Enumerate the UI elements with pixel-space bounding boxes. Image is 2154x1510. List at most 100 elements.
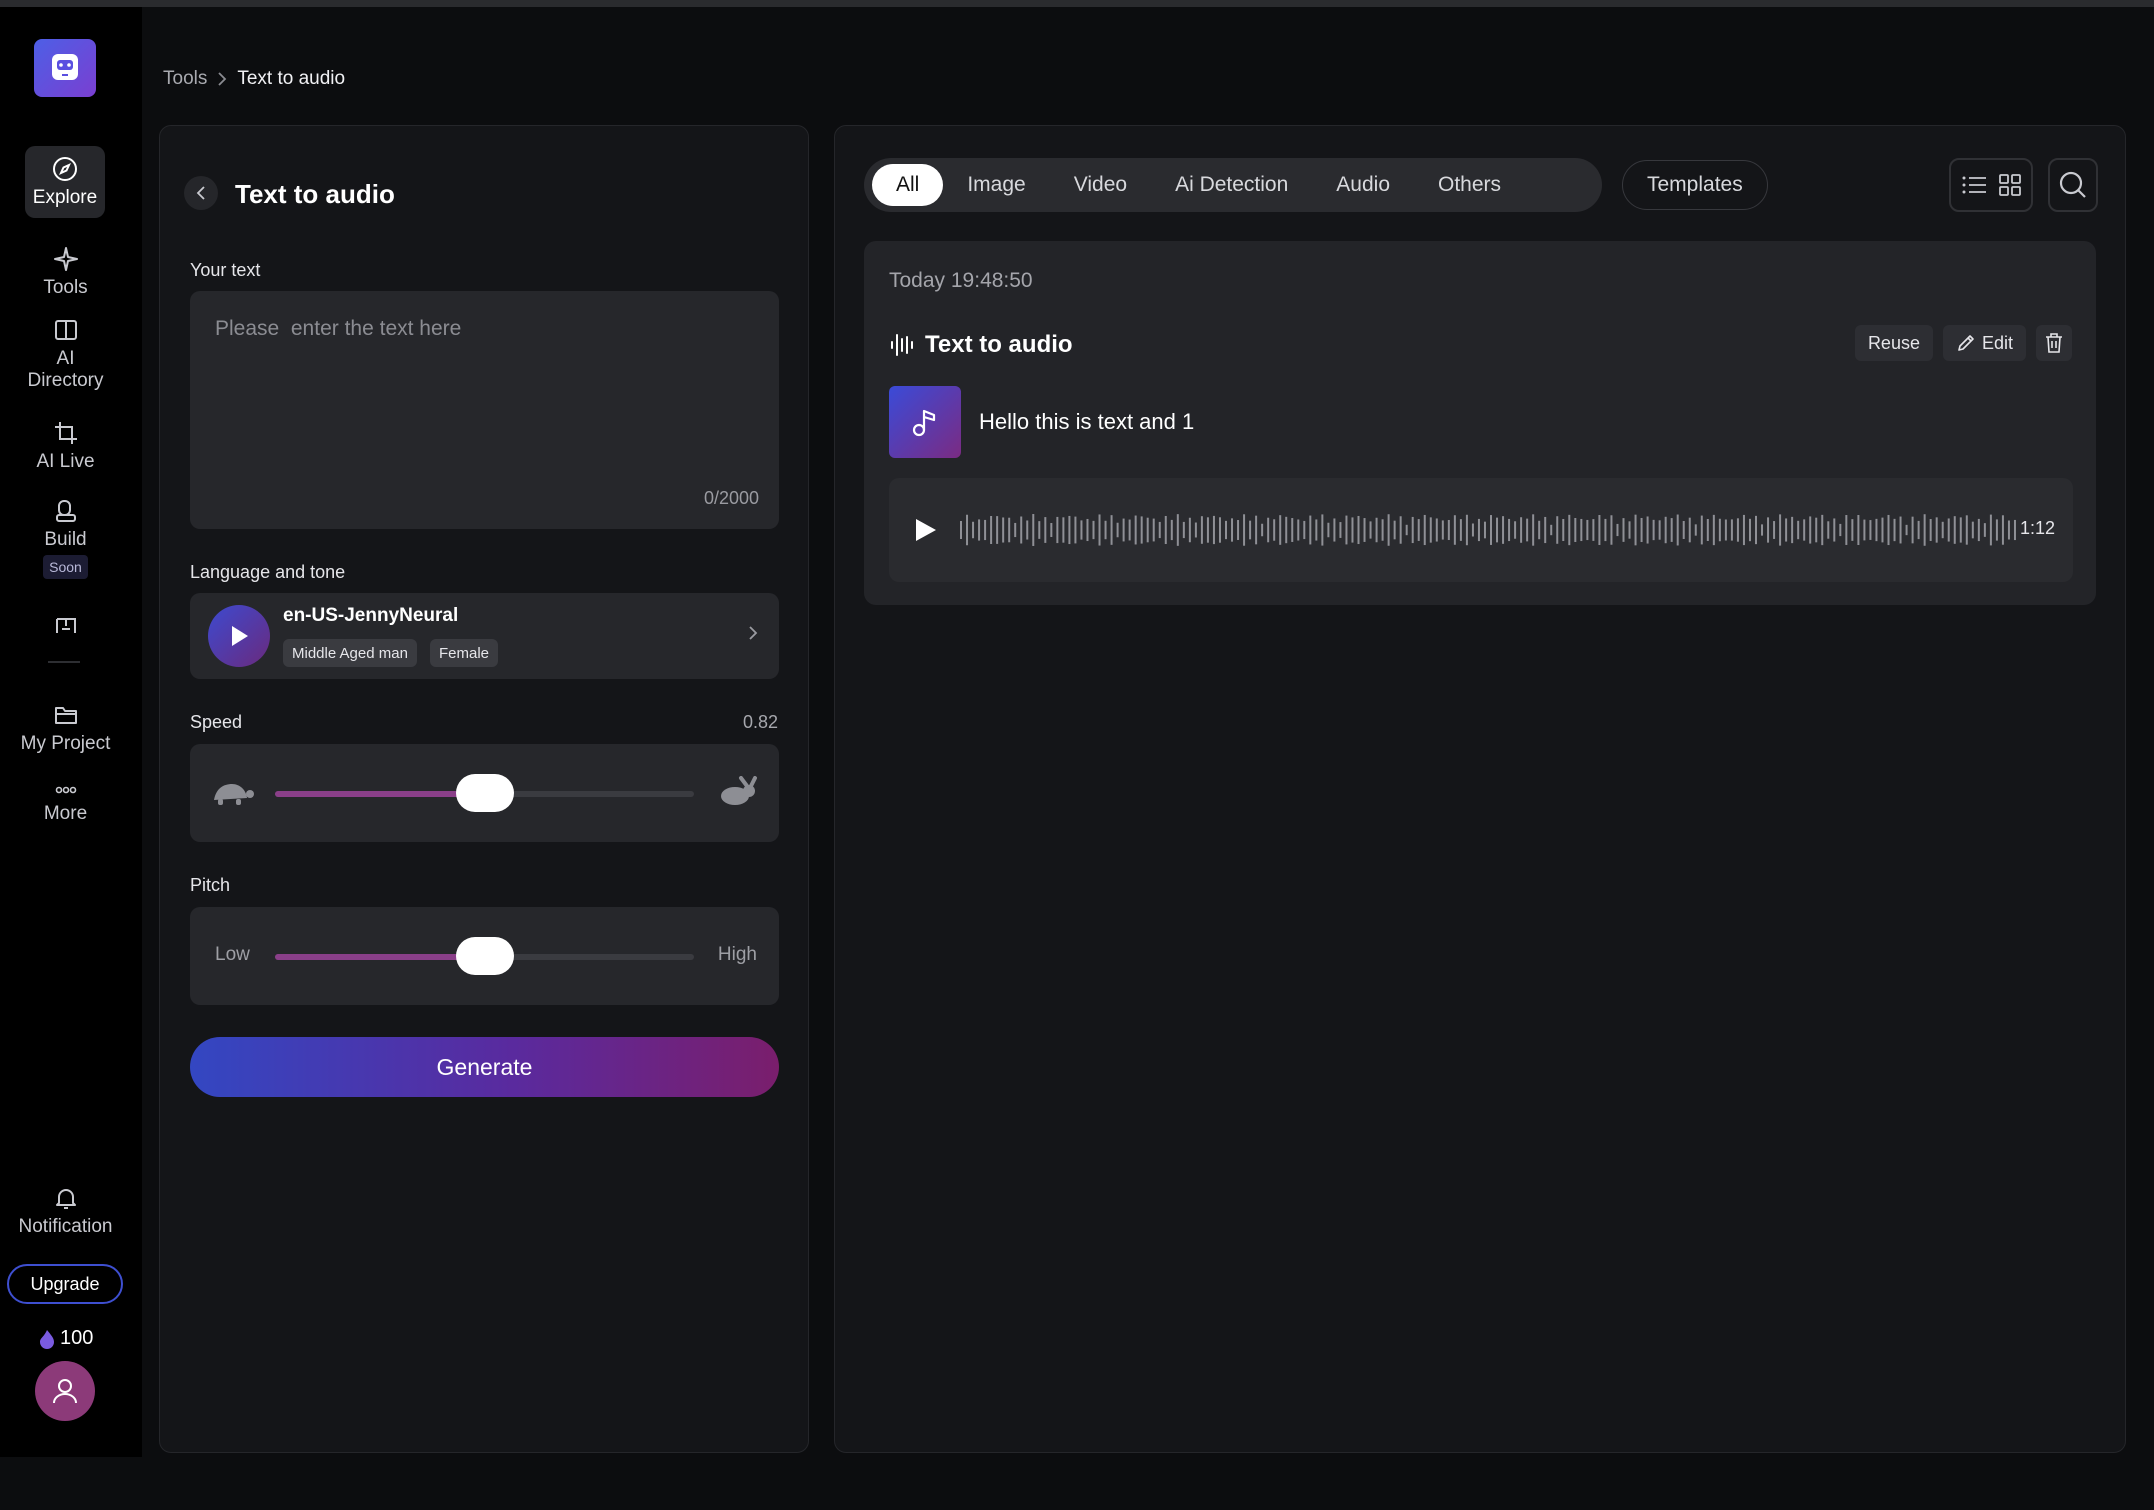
language-tone-label: Language and tone	[190, 562, 346, 582]
speed-label: Speed	[190, 712, 243, 732]
list-view-icon[interactable]	[1961, 174, 1987, 196]
result-title-group: Text to audio	[889, 331, 1073, 359]
sidebar-item-explore[interactable]: Explore	[25, 146, 105, 218]
pitch-slider-thumb[interactable]	[455, 937, 514, 975]
sidebar-item-my-project[interactable]: My Project	[0, 701, 131, 755]
play-icon	[232, 626, 248, 646]
results-panel: All Image Video Ai Detection Audio Other…	[834, 125, 2126, 1453]
pitch-low-label: Low	[215, 944, 250, 965]
sidebar-item-columns[interactable]	[0, 611, 131, 643]
reuse-button[interactable]: Reuse	[1854, 325, 1933, 361]
music-note-icon	[912, 409, 936, 437]
voice-tag: Middle Aged man	[283, 639, 417, 667]
user-avatar[interactable]	[35, 1361, 95, 1421]
reuse-label: Reuse	[1867, 332, 1920, 353]
generate-button[interactable]: Generate	[190, 1037, 779, 1097]
result-title: Text to audio	[925, 331, 1073, 358]
play-icon[interactable]	[911, 516, 939, 544]
sidebar-item-notification[interactable]: Notification	[0, 1184, 131, 1238]
speed-track-fill	[275, 791, 485, 797]
sidebar-divider	[48, 661, 80, 663]
view-toggle	[1949, 158, 2033, 212]
text-input[interactable]: Please enter the text here 0/2000	[190, 291, 779, 529]
text-to-audio-form-panel: Text to audio Your text Please enter the…	[159, 125, 809, 1453]
sidebar-item-label: AI Live	[36, 451, 95, 472]
sidebar-item-label: AI Directory	[27, 348, 104, 391]
delete-button[interactable]	[2036, 325, 2072, 361]
chevron-left-icon	[196, 186, 205, 200]
sidebar-item-ai-live[interactable]: AI Live	[0, 419, 131, 473]
more-dots-icon	[55, 786, 76, 794]
audio-thumbnail	[889, 386, 961, 458]
rabbit-icon	[721, 776, 757, 805]
sidebar-item-build[interactable]: Build Soon	[0, 497, 131, 579]
chevron-right-icon	[218, 72, 227, 86]
tab-video[interactable]: Video	[1050, 164, 1151, 206]
result-actions: Reuse Edit	[1854, 325, 2072, 361]
result-card: Today 19:48:50 Text to audio Reuse Edit	[864, 241, 2096, 605]
tab-ai-detection[interactable]: Ai Detection	[1151, 164, 1312, 206]
tab-image[interactable]: Image	[943, 164, 1049, 206]
soon-badge: Soon	[43, 555, 88, 579]
app-logo[interactable]	[34, 39, 96, 97]
pitch-slider[interactable]: Low High	[190, 907, 779, 1005]
sidebar-item-label: Notification	[18, 1216, 113, 1237]
speed-value: 0.82	[742, 712, 778, 732]
edit-button[interactable]: Edit	[1942, 325, 2026, 361]
tab-all[interactable]: All	[872, 164, 944, 206]
search-icon	[2059, 171, 2086, 198]
speed-track	[275, 774, 694, 812]
char-count: 0/2000	[703, 488, 759, 508]
crop-icon	[54, 422, 77, 444]
sidebar-item-label: Explore	[32, 187, 98, 208]
pitch-high-label: High	[717, 944, 757, 965]
credits-counter: 100	[38, 1327, 93, 1350]
back-button[interactable]	[184, 176, 218, 210]
grid-view-icon[interactable]	[1999, 174, 2021, 196]
voice-tag: Female	[430, 639, 499, 667]
columns-icon	[55, 618, 76, 633]
sparkle-icon	[53, 247, 78, 271]
upgrade-button[interactable]: Upgrade	[7, 1264, 123, 1304]
voice-selector[interactable]: en-US-JennyNeural Middle Aged man Female	[190, 593, 779, 679]
sidebar-item-more[interactable]: More	[0, 781, 131, 825]
edit-label: Edit	[1981, 332, 2013, 353]
flame-icon	[40, 1329, 54, 1349]
your-text-label: Your text	[190, 260, 261, 280]
voice-name: en-US-JennyNeural	[283, 605, 459, 626]
pitch-track-fill	[275, 954, 485, 960]
text-input-placeholder: Please enter the text here	[215, 317, 462, 340]
sidebar-item-label: More	[43, 803, 88, 824]
audio-waveform[interactable]	[959, 512, 2019, 548]
voice-preview-play-button[interactable]	[208, 605, 270, 667]
speed-slider-thumb[interactable]	[455, 774, 514, 812]
turtle-icon	[214, 784, 254, 805]
sidebar-item-ai-directory[interactable]: AI Directory	[0, 316, 131, 392]
folder-icon	[54, 707, 77, 724]
tab-others[interactable]: Others	[1414, 164, 1525, 206]
templates-button[interactable]: Templates	[1622, 160, 1768, 210]
sidebar-item-tools[interactable]: Tools	[0, 245, 131, 299]
build-icon	[55, 500, 76, 522]
credits-value: 100	[60, 1327, 94, 1349]
audio-player: 1:12	[889, 478, 2073, 582]
breadcrumb: Tools Text to audio	[163, 68, 345, 90]
user-icon	[53, 1379, 77, 1404]
search-button[interactable]	[2048, 158, 2098, 212]
pitch-label: Pitch	[190, 875, 231, 895]
bell-icon	[55, 1189, 76, 1209]
window-top-bar	[0, 0, 2154, 7]
breadcrumb-current: Text to audio	[237, 68, 346, 89]
breadcrumb-tools-link[interactable]: Tools	[163, 68, 207, 90]
result-timestamp: Today 19:48:50	[889, 269, 1033, 292]
tab-audio[interactable]: Audio	[1312, 164, 1414, 206]
audio-wave-icon	[891, 334, 913, 356]
pencil-icon	[1958, 335, 1974, 351]
panel-title: Text to audio	[235, 179, 395, 209]
compass-icon	[53, 157, 77, 181]
category-tabs: All Image Video Ai Detection Audio Other…	[864, 158, 1602, 212]
result-prompt-text: Hello this is text and 1	[979, 409, 1195, 434]
trash-icon	[2046, 333, 2062, 353]
speed-slider[interactable]	[190, 744, 779, 842]
audio-duration: 1:12	[2019, 518, 2055, 538]
